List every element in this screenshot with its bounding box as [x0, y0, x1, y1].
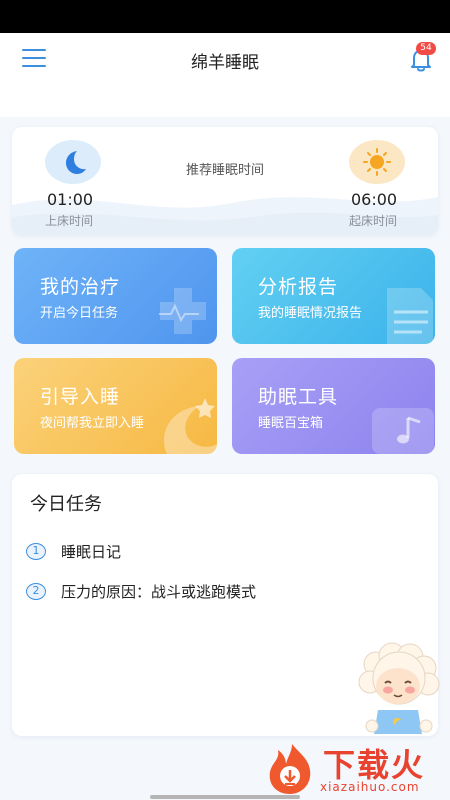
- task-number: 2: [26, 583, 46, 600]
- bedtime-label: 上床时间: [45, 214, 94, 228]
- task-text: 睡眠日记: [61, 543, 122, 561]
- tile-title: 我的治疗: [40, 276, 121, 298]
- home-indicator[interactable]: [150, 795, 300, 799]
- tile-guided-sleep[interactable]: 引导入睡 夜间帮我立即入睡: [14, 358, 217, 454]
- task-text: 压力的原因：战斗或逃跑模式: [61, 583, 257, 601]
- tile-subtitle: 夜间帮我立即入睡: [40, 416, 145, 431]
- tile-subtitle: 我的睡眠情况报告: [258, 306, 363, 321]
- tile-sleep-tools[interactable]: 助眠工具 睡眠百宝箱: [232, 358, 435, 454]
- app-bar: [0, 33, 450, 117]
- task-number: 1: [26, 543, 46, 560]
- sheep-mascot[interactable]: [356, 642, 442, 742]
- waketime-label: 起床时间: [349, 214, 398, 228]
- section-title: 今日任务: [30, 494, 102, 515]
- tile-my-treatment[interactable]: 我的治疗 开启今日任务: [14, 248, 217, 344]
- tile-title: 分析报告: [258, 276, 339, 298]
- tile-title: 引导入睡: [40, 386, 121, 408]
- watermark-domain: xiazaihuo.com: [320, 780, 420, 794]
- notification-badge: 54: [416, 42, 436, 55]
- sleep-schedule-card[interactable]: 推荐睡眠时间 01:00 上床时间 06:00 起床时间: [12, 127, 438, 235]
- tile-subtitle: 开启今日任务: [40, 306, 119, 321]
- waketime-value: 06:00: [351, 190, 398, 209]
- tile-title: 助眠工具: [258, 386, 339, 408]
- bedtime-value: 01:00: [47, 190, 94, 209]
- page-title: 绵羊睡眠: [191, 53, 259, 73]
- tile-subtitle: 睡眠百宝箱: [258, 416, 324, 431]
- status-bar: [0, 0, 450, 33]
- tile-analysis-report[interactable]: 分析报告 我的睡眠情况报告: [232, 248, 435, 344]
- recommended-sleep-label: 推荐睡眠时间: [185, 163, 264, 178]
